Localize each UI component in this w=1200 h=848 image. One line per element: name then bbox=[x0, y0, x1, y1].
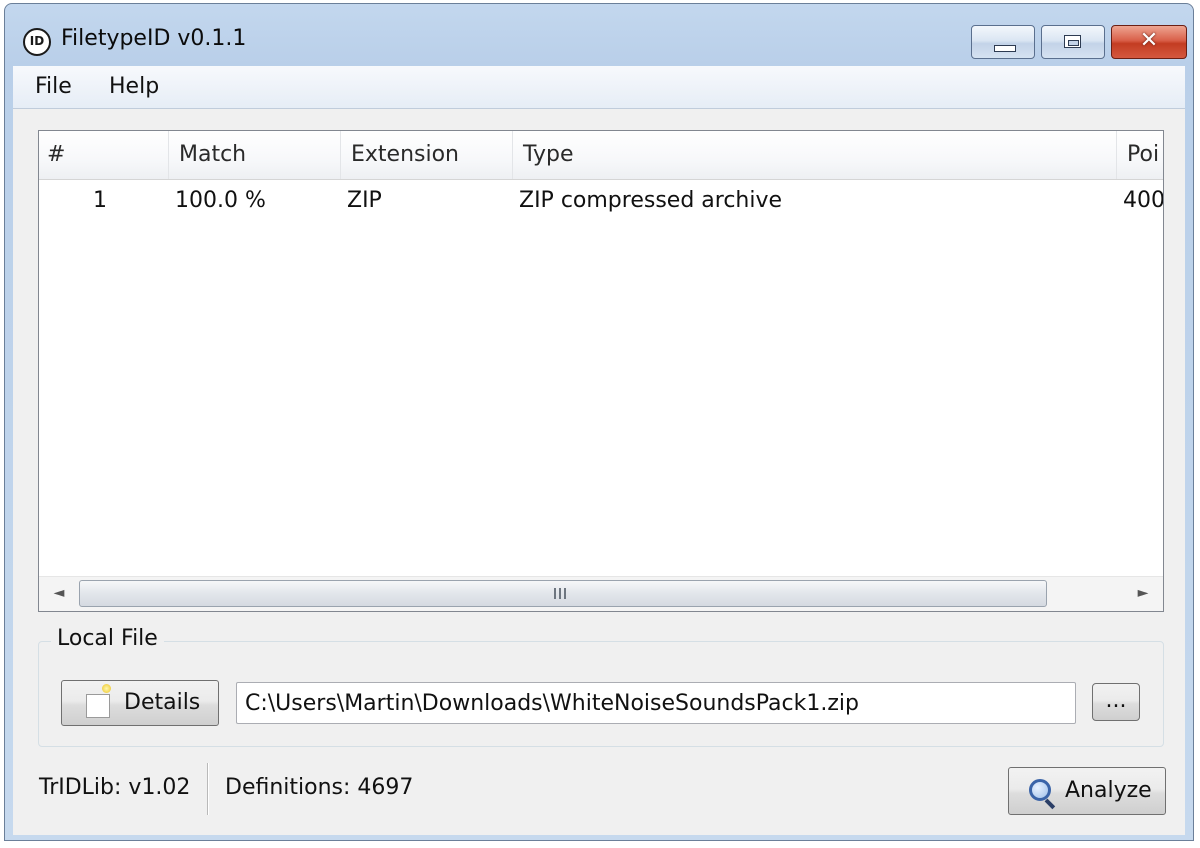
column-header-match[interactable]: Match bbox=[169, 131, 341, 179]
magnifier-handle-icon bbox=[1044, 798, 1056, 810]
cell-extension: ZIP bbox=[347, 188, 382, 213]
status-divider bbox=[207, 763, 208, 815]
column-header-points[interactable]: Poi bbox=[1117, 131, 1163, 179]
scroll-right-icon[interactable]: ► bbox=[1125, 577, 1161, 611]
status-bar: TrIDLib: v1.02 Definitions: 4697 Analyze bbox=[13, 755, 1185, 819]
horizontal-scrollbar[interactable]: ◄ ► bbox=[39, 576, 1163, 611]
local-file-label: Local File bbox=[51, 626, 164, 651]
close-icon: ✕ bbox=[1139, 28, 1159, 53]
table-row[interactable]: 1 100.0 % ZIP ZIP compressed archive 400 bbox=[39, 179, 1163, 223]
scroll-left-icon[interactable]: ◄ bbox=[41, 577, 77, 611]
menu-help[interactable]: Help bbox=[109, 74, 159, 99]
app-window: ID FiletypeID v0.1.1 ✕ File Help # Match… bbox=[4, 3, 1194, 841]
local-file-group: Local File Details ... bbox=[38, 626, 1164, 747]
app-logo-icon: ID bbox=[23, 28, 51, 56]
list-header: # Match Extension Type Poi bbox=[39, 131, 1163, 180]
details-spark-icon bbox=[102, 684, 111, 693]
column-header-number[interactable]: # bbox=[39, 131, 169, 179]
menu-bar: File Help bbox=[13, 66, 1185, 109]
cell-type: ZIP compressed archive bbox=[519, 188, 783, 213]
tridlib-version: TrIDLib: v1.02 bbox=[39, 775, 191, 800]
menu-file[interactable]: File bbox=[35, 74, 72, 99]
cell-points: 400 bbox=[1123, 188, 1163, 213]
client-area: # Match Extension Type Poi 1 100.0 % ZIP… bbox=[13, 109, 1185, 835]
minimize-icon bbox=[994, 45, 1016, 52]
details-button[interactable]: Details bbox=[61, 680, 219, 726]
results-list[interactable]: # Match Extension Type Poi 1 100.0 % ZIP… bbox=[38, 130, 1164, 612]
cell-number: 1 bbox=[93, 188, 107, 213]
analyze-button[interactable]: Analyze bbox=[1008, 767, 1166, 815]
minimize-button[interactable] bbox=[971, 25, 1035, 59]
cell-match: 100.0 % bbox=[175, 188, 266, 213]
details-note-icon bbox=[86, 694, 110, 718]
close-button[interactable]: ✕ bbox=[1111, 25, 1187, 59]
column-header-extension[interactable]: Extension bbox=[341, 131, 513, 179]
list-body: 1 100.0 % ZIP ZIP compressed archive 400 bbox=[39, 179, 1163, 575]
window-title: FiletypeID v0.1.1 bbox=[61, 26, 247, 51]
magnifier-icon bbox=[1029, 779, 1051, 801]
scroll-thumb[interactable] bbox=[79, 580, 1047, 607]
title-bar[interactable]: ID FiletypeID v0.1.1 ✕ bbox=[5, 4, 1193, 64]
file-path-input[interactable] bbox=[236, 682, 1076, 724]
definitions-count: Definitions: 4697 bbox=[225, 775, 414, 800]
details-button-label: Details bbox=[124, 690, 201, 715]
scroll-grip-icon bbox=[554, 588, 568, 599]
maximize-button[interactable] bbox=[1041, 25, 1105, 59]
analyze-button-label: Analyze bbox=[1065, 778, 1152, 803]
browse-button[interactable]: ... bbox=[1092, 683, 1140, 721]
maximize-icon bbox=[1064, 35, 1081, 48]
column-header-type[interactable]: Type bbox=[513, 131, 1117, 179]
